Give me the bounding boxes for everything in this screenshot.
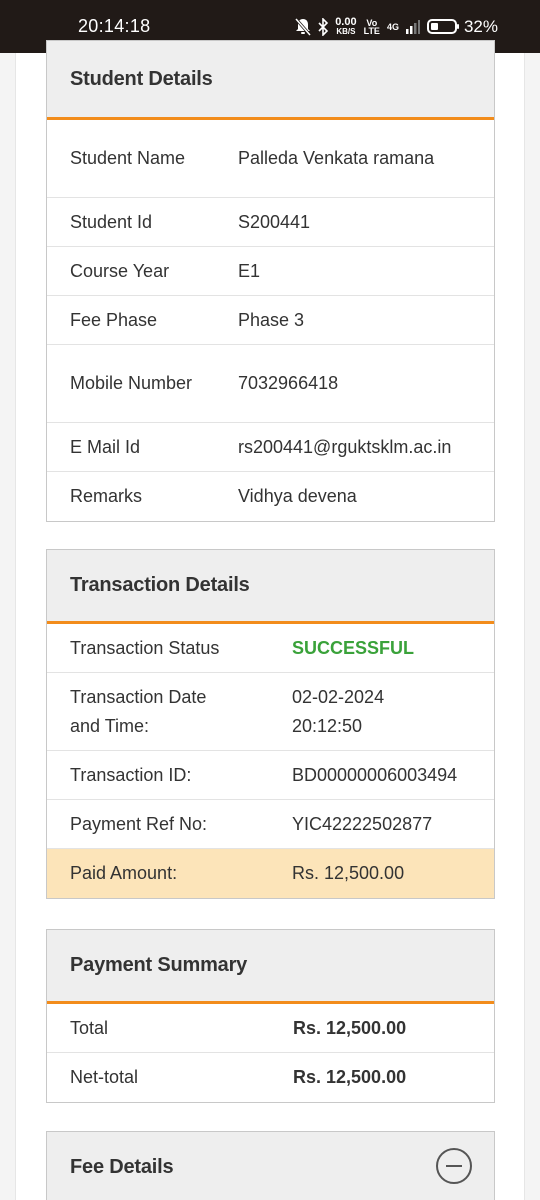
table-row: Course Year E1 <box>47 247 494 296</box>
transaction-details-card: Transaction Details Transaction Status S… <box>46 549 495 899</box>
card-title: Student Details <box>47 41 494 120</box>
row-label: E Mail Id <box>70 436 141 457</box>
fee-details-card: Fee Details <box>46 1131 495 1200</box>
row-value: S200441 <box>238 211 311 232</box>
bell-muted-icon <box>295 17 312 36</box>
table-row: Student Name Palleda Venkata ramana <box>47 120 494 198</box>
bluetooth-icon <box>318 17 329 36</box>
battery-icon <box>426 19 459 34</box>
row-value: BD00000006003494 <box>292 764 458 785</box>
signal-icon <box>405 19 420 34</box>
row-value: Palleda Venkata ramana <box>238 148 435 168</box>
volte-indicator: Vo LTE <box>363 17 380 36</box>
row-label: Mobile Number <box>70 373 193 393</box>
row-value: Phase 3 <box>238 309 305 330</box>
table-row: E Mail Id rs200441@rguktsklm.ac.in <box>47 423 494 472</box>
collapse-icon[interactable] <box>436 1148 472 1184</box>
paid-amount-row: Paid Amount: Rs. 12,500.00 <box>47 849 494 898</box>
table-row: Mobile Number 7032966418 <box>47 345 494 423</box>
network-type: 4G <box>386 21 399 32</box>
row-value: Rs. 12,500.00 <box>292 863 405 883</box>
card-title: Transaction Details <box>47 550 494 624</box>
row-label: Student Name <box>70 148 186 168</box>
status-badge: SUCCESSFUL <box>292 637 415 658</box>
row-label: Net-total <box>70 1067 139 1087</box>
table-row: Transaction Date and Time: 02-02-2024 20… <box>47 673 494 751</box>
row-value: YIC42222502877 <box>292 813 433 834</box>
row-value: Vidhya devena <box>238 486 357 506</box>
battery-fill <box>430 23 438 30</box>
card-title: Payment Summary <box>47 930 494 1004</box>
network-speed: 0.00 KB/S <box>335 15 357 36</box>
row-label: Transaction Status <box>70 637 220 658</box>
row-label: Transaction Date and Time: <box>70 686 207 736</box>
payment-summary-card: Payment Summary Total Rs. 12,500.00 Net-… <box>46 929 495 1103</box>
table-row: Total Rs. 12,500.00 <box>47 1004 494 1053</box>
row-value: Rs. 12,500.00 <box>293 1017 407 1038</box>
student-details-card: Student Details Student Name Palleda Ven… <box>46 40 495 522</box>
table-row: Transaction ID: BD00000006003494 <box>47 751 494 800</box>
row-label: Paid Amount: <box>70 863 178 883</box>
table-row: Net-total Rs. 12,500.00 <box>47 1053 494 1102</box>
table-row: Student Id S200441 <box>47 198 494 247</box>
card-title: Fee Details <box>47 1132 494 1200</box>
table-row: Payment Ref No: YIC42222502877 <box>47 800 494 849</box>
row-label: Remarks <box>70 486 143 506</box>
battery-percent: 32% <box>463 16 498 36</box>
row-label: Fee Phase <box>70 309 158 330</box>
table-row: Remarks Vidhya devena <box>47 472 494 521</box>
row-label: Total <box>70 1017 109 1038</box>
table-row: Transaction Status SUCCESSFUL <box>47 624 494 673</box>
row-value: E1 <box>238 260 261 281</box>
clock: 20:14:18 <box>78 16 151 36</box>
table-row: Fee Phase Phase 3 <box>47 296 494 345</box>
row-value: rs200441@rguktsklm.ac.in <box>238 436 452 457</box>
row-label: Course Year <box>70 260 170 281</box>
status-icons: 0.00 KB/S Vo LTE 4G 32% <box>295 15 498 37</box>
row-value: 7032966418 <box>238 373 339 393</box>
row-label: Student Id <box>70 211 153 232</box>
row-value: 02-02-2024 20:12:50 <box>292 686 385 736</box>
row-label: Transaction ID: <box>70 764 192 785</box>
row-label: Payment Ref No: <box>70 813 208 834</box>
row-value: Rs. 12,500.00 <box>293 1067 407 1087</box>
